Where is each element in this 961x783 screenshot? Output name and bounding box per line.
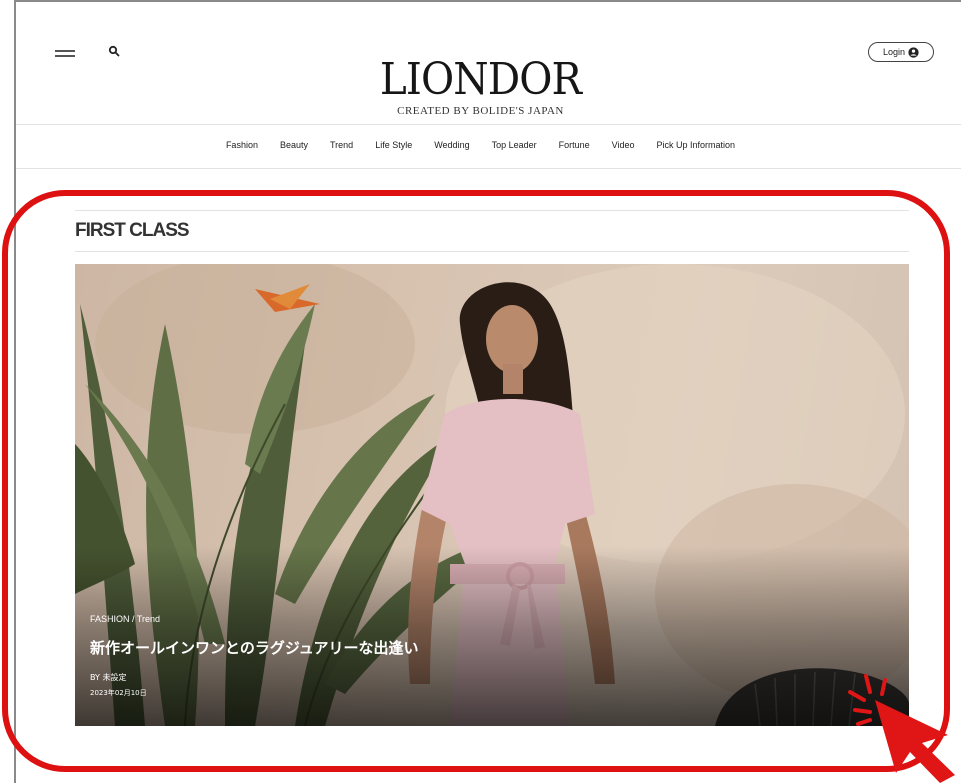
site-logo[interactable]: LIONDOR CREATED BY BOLIDE'S JAPAN: [0, 54, 961, 118]
nav-item-video[interactable]: Video: [601, 140, 646, 150]
user-icon: [908, 46, 919, 58]
article-author: BY 未設定: [90, 673, 127, 682]
login-label: Login: [882, 47, 906, 57]
featured-article-card[interactable]: FASHION / Trend 新作オールインワンとのラグジュアリーな出逢い B…: [75, 264, 909, 726]
hero-gradient-overlay: [75, 546, 909, 726]
nav-item-top-leader[interactable]: Top Leader: [481, 140, 548, 150]
article-headline[interactable]: 新作オールインワンとのラグジュアリーな出逢い: [90, 637, 419, 658]
nav-item-pick-up-information[interactable]: Pick Up Information: [646, 140, 747, 150]
nav-divider: [16, 168, 961, 169]
section-title: FIRST CLASS: [75, 220, 190, 241]
category-link-trend[interactable]: Trend: [137, 614, 160, 624]
logo-title: LIONDOR: [379, 54, 582, 105]
article-date: 2023年02月10日: [90, 689, 147, 697]
main-nav: Fashion Beauty Trend Life Style Wedding …: [0, 140, 961, 150]
category-link-fashion[interactable]: FASHION: [90, 614, 130, 624]
nav-item-fortune[interactable]: Fortune: [548, 140, 601, 150]
menu-icon[interactable]: [55, 50, 75, 58]
section-top-rule: [75, 210, 909, 211]
nav-item-beauty[interactable]: Beauty: [269, 140, 319, 150]
nav-item-wedding[interactable]: Wedding: [423, 140, 480, 150]
logo-subtitle: CREATED BY BOLIDE'S JAPAN: [397, 105, 564, 117]
article-category: FASHION / Trend: [90, 614, 160, 624]
nav-item-trend[interactable]: Trend: [319, 140, 364, 150]
search-icon[interactable]: [108, 45, 120, 57]
nav-item-fashion[interactable]: Fashion: [215, 140, 269, 150]
category-separator: /: [129, 614, 137, 624]
section-bottom-rule: [75, 251, 909, 252]
nav-item-life-style[interactable]: Life Style: [364, 140, 423, 150]
header-divider: [16, 124, 961, 125]
